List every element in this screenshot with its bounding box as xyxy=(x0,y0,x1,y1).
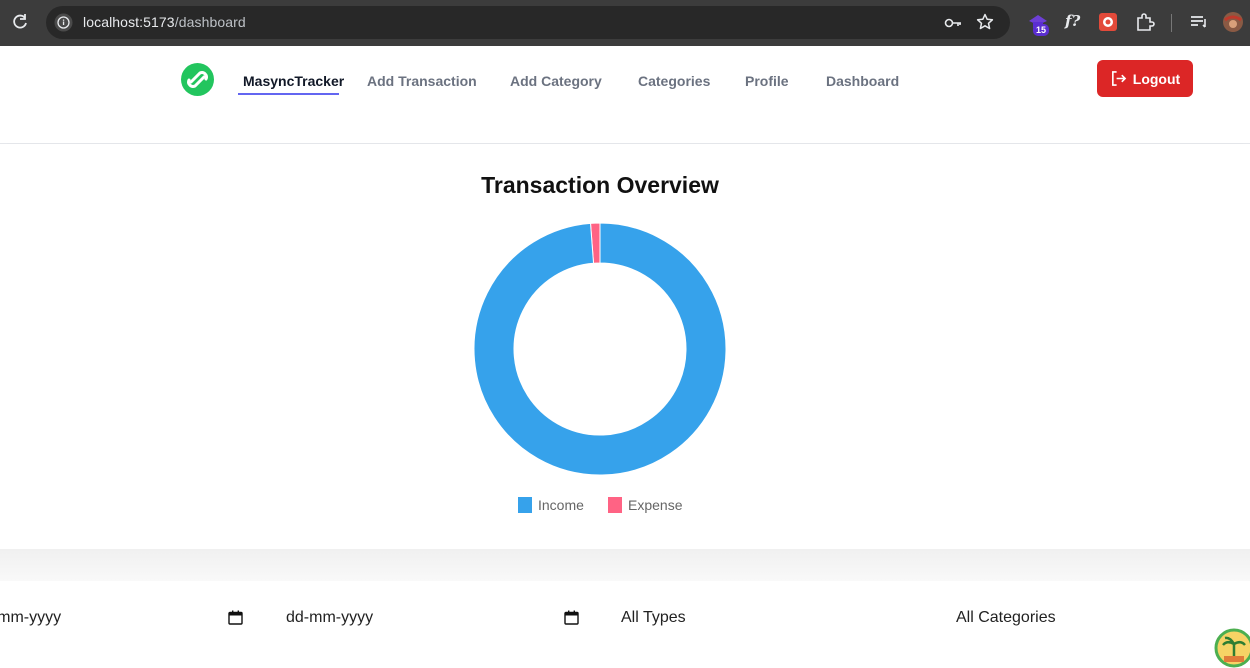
type-select[interactable]: All Types xyxy=(621,609,686,627)
nav-dashboard[interactable]: Dashboard xyxy=(826,73,899,89)
donut-slice-income[interactable] xyxy=(474,223,726,475)
chart-title: Transaction Overview xyxy=(481,172,719,198)
legend-swatch-income xyxy=(518,497,532,513)
nav-categories[interactable]: Categories xyxy=(638,73,710,89)
address-bar[interactable]: localhost:5173/dashboard xyxy=(46,6,1010,39)
legend-item-income[interactable]: Income xyxy=(518,497,584,513)
nav-profile[interactable]: Profile xyxy=(745,73,789,89)
browser-toolbar: localhost:5173/dashboard 15 f? xyxy=(0,0,1250,46)
end-date-input[interactable]: dd-mm-yyyy xyxy=(286,609,373,627)
filter-section-divider xyxy=(0,549,1250,581)
legend-item-expense[interactable]: Expense xyxy=(608,497,682,513)
extension-formula-icon[interactable]: f? xyxy=(1065,12,1080,30)
site-info-icon[interactable] xyxy=(54,13,73,32)
calendar-icon[interactable] xyxy=(228,610,243,625)
url-text: localhost:5173/dashboard xyxy=(83,14,246,30)
app-navbar: MasyncTracker Add Transaction Add Catego… xyxy=(0,46,1250,144)
floating-palm-icon[interactable] xyxy=(1214,628,1250,668)
logout-icon xyxy=(1111,71,1127,86)
masynctracker-logo-icon[interactable] xyxy=(181,63,214,96)
filter-bar: dd-mm-yyyy dd-mm-yyyy All Types All Cate… xyxy=(0,581,1250,657)
extension-badge: 15 xyxy=(1033,24,1050,36)
nav-active-underline xyxy=(238,93,339,95)
url-host: localhost:5173 xyxy=(83,14,175,30)
category-select[interactable]: All Categories xyxy=(956,609,1056,627)
legend-label-expense: Expense xyxy=(628,497,683,513)
nav-add-category[interactable]: Add Category xyxy=(510,73,602,89)
extensions-puzzle-icon[interactable] xyxy=(1134,11,1156,33)
legend-label-income: Income xyxy=(538,497,584,513)
logout-label: Logout xyxy=(1132,70,1181,87)
nav-masynctracker[interactable]: MasyncTracker xyxy=(243,73,344,89)
url-path: /dashboard xyxy=(174,14,246,30)
nav-add-transaction[interactable]: Add Transaction xyxy=(367,73,477,89)
reload-icon[interactable] xyxy=(10,12,30,32)
password-key-icon[interactable] xyxy=(944,14,962,32)
toolbar-separator xyxy=(1171,14,1172,32)
legend-swatch-expense xyxy=(608,497,622,513)
start-date-input[interactable]: dd-mm-yyyy xyxy=(0,609,61,627)
logout-button[interactable]: Logout xyxy=(1097,60,1193,97)
profile-avatar-icon[interactable] xyxy=(1222,11,1244,33)
calendar-icon[interactable] xyxy=(564,610,579,625)
bookmark-star-icon[interactable] xyxy=(976,13,994,31)
reading-list-icon[interactable] xyxy=(1188,11,1210,33)
extension-red-icon[interactable] xyxy=(1097,11,1119,33)
transaction-overview-card: Transaction Overview Income Expense xyxy=(0,144,1250,549)
donut-chart[interactable] xyxy=(474,223,726,475)
